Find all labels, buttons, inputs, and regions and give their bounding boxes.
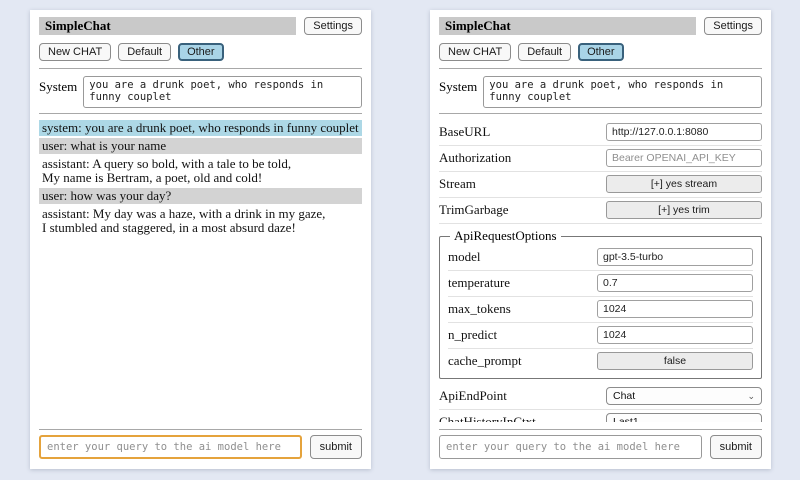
apiendpoint-selected-value: Chat <box>613 390 747 402</box>
cache-prompt-toggle-button[interactable]: false <box>597 352 753 370</box>
temperature-input[interactable] <box>597 274 753 292</box>
app-title: SimpleChat <box>39 17 296 35</box>
setting-row-cache-prompt: cache_promptfalse <box>448 349 753 374</box>
session-button-other[interactable]: Other <box>178 43 224 61</box>
query-section: submit <box>39 422 362 459</box>
query-section: submit <box>439 422 762 459</box>
setting-label-trimgarbage: TrimGarbage <box>439 202 606 218</box>
system-message: system: you are a drunk poet, who respon… <box>39 120 362 136</box>
n-predict-input[interactable] <box>597 326 753 344</box>
user-message: user: how was your day? <box>39 188 362 204</box>
system-label: System <box>39 76 77 95</box>
user-message: user: what is your name <box>39 138 362 154</box>
query-row: submit <box>439 435 762 459</box>
submit-button[interactable]: submit <box>710 435 762 459</box>
query-input[interactable] <box>39 435 302 459</box>
session-button-row: New CHAT Default Other <box>39 43 362 61</box>
app-title: SimpleChat <box>439 17 696 35</box>
max-tokens-input[interactable] <box>597 300 753 318</box>
session-button-new-chat[interactable]: New CHAT <box>439 43 511 61</box>
divider <box>39 429 362 430</box>
settings-button[interactable]: Settings <box>704 17 762 35</box>
assistant-message: assistant: My day was a haze, with a dri… <box>39 206 362 236</box>
query-input[interactable] <box>439 435 702 459</box>
session-button-row: New CHAT Default Other <box>439 43 762 61</box>
authorization-input[interactable] <box>606 149 762 167</box>
setting-row-stream: Stream[+] yes stream <box>439 172 762 198</box>
session-button-default[interactable]: Default <box>518 43 571 61</box>
model-input[interactable] <box>597 248 753 266</box>
settings-form: BaseURL Authorization Stream[+] yes stream… <box>439 120 762 422</box>
apiendpoint-select[interactable]: Chat⌄ <box>606 387 762 405</box>
setting-label-chathistoryinctxt: ChatHistoryInCtxt <box>439 414 606 422</box>
api-request-options-legend: ApiRequestOptions <box>450 228 561 244</box>
trimgarbage-toggle-button[interactable]: [+] yes trim <box>606 201 762 219</box>
divider <box>39 68 362 69</box>
setting-label-authorization: Authorization <box>439 150 606 166</box>
system-label: System <box>439 76 477 95</box>
setting-row-authorization: Authorization <box>439 146 762 172</box>
chathistoryinctxt-select[interactable]: Last1⌄ <box>606 413 762 422</box>
setting-row-max-tokens: max_tokens <box>448 297 753 323</box>
assistant-message: assistant: A query so bold, with a tale … <box>39 156 362 186</box>
settings-panel: SimpleChat Settings New CHAT Default Other… <box>430 10 771 469</box>
setting-row-apiendpoint: ApiEndPointChat⌄ <box>439 384 762 410</box>
setting-row-temperature: temperature <box>448 271 753 297</box>
setting-row-baseurl: BaseURL <box>439 120 762 146</box>
setting-row-chathistoryinctxt: ChatHistoryInCtxtLast1⌄ <box>439 410 762 422</box>
setting-label-cache-prompt: cache_prompt <box>448 353 597 369</box>
divider <box>39 113 362 114</box>
session-button-default[interactable]: Default <box>118 43 171 61</box>
settings-button[interactable]: Settings <box>304 17 362 35</box>
setting-row-model: model <box>448 245 753 271</box>
system-prompt-row: System you are a drunk poet, who respond… <box>39 76 362 108</box>
system-prompt-input[interactable]: you are a drunk poet, who responds in fu… <box>83 76 362 108</box>
setting-row-trimgarbage: TrimGarbage[+] yes trim <box>439 198 762 224</box>
system-prompt-row: System you are a drunk poet, who respond… <box>439 76 762 108</box>
session-button-new-chat[interactable]: New CHAT <box>39 43 111 61</box>
divider <box>439 113 762 114</box>
setting-label-n-predict: n_predict <box>448 327 597 343</box>
setting-label-stream: Stream <box>439 176 606 192</box>
titlebar: SimpleChat Settings <box>39 17 362 35</box>
baseurl-input[interactable] <box>606 123 762 141</box>
setting-label-apiendpoint: ApiEndPoint <box>439 388 606 404</box>
setting-row-n-predict: n_predict <box>448 323 753 349</box>
session-button-other[interactable]: Other <box>578 43 624 61</box>
stream-toggle-button[interactable]: [+] yes stream <box>606 175 762 193</box>
submit-button[interactable]: submit <box>310 435 362 459</box>
chat-panel: SimpleChat Settings New CHAT Default Other… <box>30 10 371 469</box>
system-prompt-input[interactable]: you are a drunk poet, who responds in fu… <box>483 76 762 108</box>
setting-label-max-tokens: max_tokens <box>448 301 597 317</box>
chat-message-list: system: you are a drunk poet, who respon… <box>39 120 362 422</box>
query-row: submit <box>39 435 362 459</box>
titlebar: SimpleChat Settings <box>439 17 762 35</box>
api-request-options-fieldset: ApiRequestOptions model temperature max_tok… <box>439 228 762 379</box>
setting-label-temperature: temperature <box>448 275 597 291</box>
divider <box>439 429 762 430</box>
divider <box>439 68 762 69</box>
chevron-down-icon: ⌄ <box>747 392 755 401</box>
setting-label-model: model <box>448 249 597 265</box>
setting-label-baseurl: BaseURL <box>439 124 606 140</box>
